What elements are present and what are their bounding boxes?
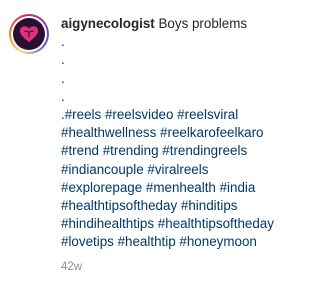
avatar-story-ring[interactable] — [9, 14, 49, 54]
hashtag-link[interactable]: #menhealth — [146, 180, 216, 195]
caption-dot: . — [61, 34, 65, 50]
avatar-border — [11, 16, 47, 52]
hashtag-link[interactable]: #trendingreels — [162, 143, 247, 158]
caption-dot: . — [61, 52, 65, 68]
post-age[interactable]: 42w — [61, 261, 82, 273]
hashtag-link[interactable]: #healthtip — [118, 234, 176, 249]
hashtag-link[interactable]: #reels — [65, 107, 101, 122]
hashtag-link[interactable]: #reelkarofeelkaro — [160, 125, 263, 140]
hashtag-link[interactable]: #indiancouple — [61, 162, 144, 177]
hashtag-link[interactable]: #explorepage — [61, 180, 142, 195]
hashtag-link[interactable]: #trending — [103, 143, 159, 158]
hashtag-link[interactable]: #india — [220, 180, 256, 195]
caption-title: Boys problems — [158, 16, 248, 31]
hashtag-link[interactable]: #hinditips — [181, 198, 238, 213]
hashtag-link[interactable]: #lovetips — [61, 234, 114, 249]
post-caption-block: aigynecologist Boys problems . . . . .#r… — [0, 0, 317, 292]
hashtag-link[interactable]: #trend — [61, 143, 99, 158]
hashtag-link[interactable]: #healthwellness — [61, 125, 156, 140]
hashtag-link[interactable]: #reelsviral — [177, 107, 238, 122]
hashtag-link[interactable]: #honeymoon — [179, 234, 256, 249]
caption-dot: . — [61, 88, 65, 104]
caption-text: aigynecologist Boys problems . . . . .#r… — [61, 15, 313, 252]
caption-content: aigynecologist Boys problems . . . . .#r… — [61, 15, 313, 252]
hashtag-list: .#reels #reelsvideo #reelsviral #healthwe… — [61, 107, 274, 249]
username-link[interactable]: aigynecologist — [61, 16, 155, 31]
heart-uterus-logo-icon — [19, 26, 39, 43]
hashtag-link[interactable]: #reelsvideo — [105, 107, 173, 122]
hashtag-link[interactable]: #hindihealthtips — [61, 216, 154, 231]
hashtag-link[interactable]: #viralreels — [147, 162, 208, 177]
caption-dot: . — [61, 70, 65, 86]
hashtag-link[interactable]: #healthtipsoftheday — [158, 216, 274, 231]
avatar[interactable] — [13, 18, 45, 50]
hashtag-link[interactable]: #healthtipsoftheday — [61, 198, 177, 213]
